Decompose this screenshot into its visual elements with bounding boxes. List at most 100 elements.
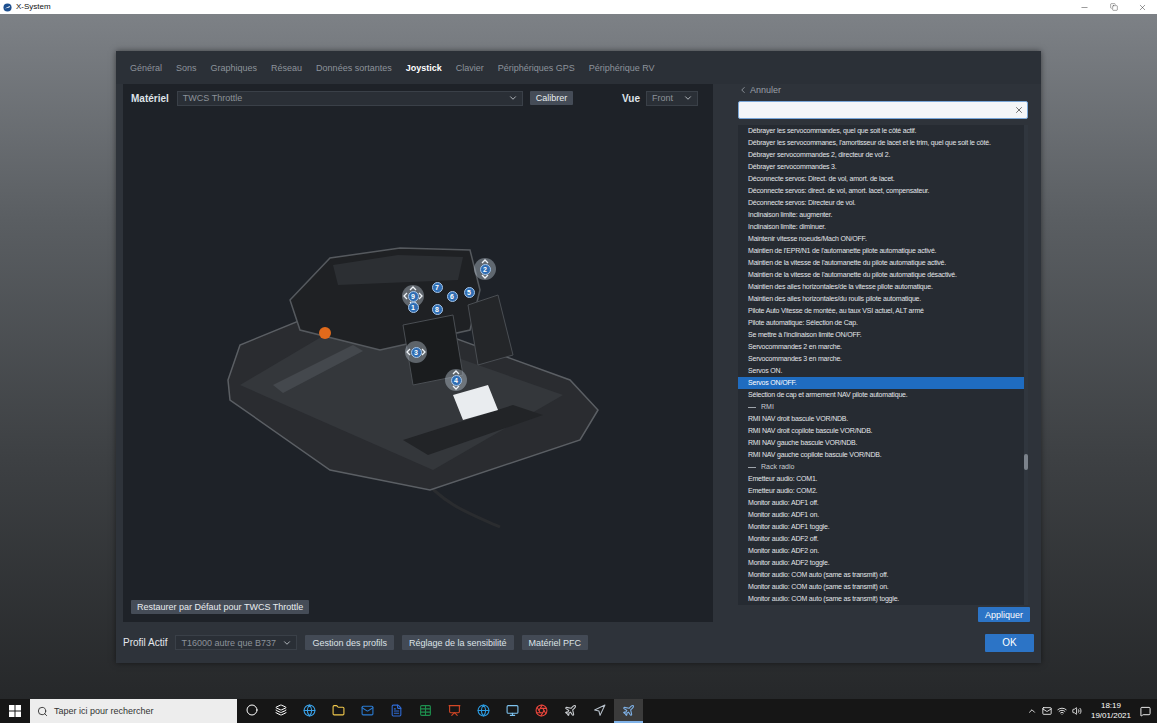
view-select[interactable]: Front: [646, 91, 698, 106]
cortana-button[interactable]: [237, 699, 266, 723]
command-row[interactable]: Maintien de la vitesse de l'automanette …: [738, 257, 1024, 269]
mail-icon[interactable]: [1042, 706, 1052, 716]
command-row[interactable]: Inclinaison limite: augmenter.: [738, 209, 1024, 221]
volume-icon[interactable]: [1072, 706, 1082, 716]
taskbar-app[interactable]: [614, 699, 643, 723]
command-row[interactable]: Débrayer les servocommandes, quel que so…: [738, 125, 1024, 137]
close-button[interactable]: [1128, 0, 1157, 14]
taskbar-app[interactable]: [324, 699, 353, 723]
dialog-footer: Profil ActifT16000 autre que B737Gestion…: [116, 622, 1041, 663]
control-badge[interactable]: 8: [426, 298, 448, 320]
tab[interactable]: Données sortantes: [316, 61, 392, 75]
command-row[interactable]: Inclinaison limite: diminuer.: [738, 221, 1024, 233]
command-row[interactable]: Emetteur audio: COM2.: [738, 485, 1024, 497]
tab[interactable]: Périphériques GPS: [498, 61, 575, 75]
control-badge[interactable]: 4: [445, 369, 467, 391]
calibrate-button[interactable]: Calibrer: [530, 91, 574, 105]
control-badge[interactable]: 3: [405, 341, 427, 363]
profile-select[interactable]: T16000 autre que B737: [175, 635, 297, 650]
tab[interactable]: Clavier: [456, 61, 484, 75]
control-badge[interactable]: 5: [458, 281, 480, 303]
command-row[interactable]: Emetteur audio: COM1.: [738, 473, 1024, 485]
tab[interactable]: Sons: [176, 61, 197, 75]
taskbar-app[interactable]: [353, 699, 382, 723]
control-badge[interactable]: 2: [474, 258, 496, 280]
command-row[interactable]: Servocommandes 3 en marche.: [738, 353, 1024, 365]
clear-icon[interactable]: [1014, 105, 1024, 115]
taskbar-app[interactable]: [469, 699, 498, 723]
section-header[interactable]: RMI: [738, 401, 1024, 413]
command-row[interactable]: Servos ON/OFF.: [738, 377, 1024, 389]
search-field[interactable]: [738, 101, 1028, 119]
tab[interactable]: Périphérique RV: [589, 61, 655, 75]
command-row[interactable]: Débrayer servocommandes 2, directeur de …: [738, 149, 1024, 161]
tab[interactable]: Général: [130, 61, 162, 75]
command-row[interactable]: Sélection de cap et armement NAV pilote …: [738, 389, 1024, 401]
command-row[interactable]: Monitor audio: ADF2 off.: [738, 533, 1024, 545]
restore-button[interactable]: [1099, 0, 1128, 14]
tab[interactable]: Réseau: [271, 61, 302, 75]
command-row[interactable]: RMI NAV droit bascule VOR/NDB.: [738, 413, 1024, 425]
taskbar-app[interactable]: [440, 699, 469, 723]
command-row[interactable]: RMI NAV gauche copilote bascule VOR/NDB.: [738, 449, 1024, 461]
command-row[interactable]: RMI NAV droit copilote bascule VOR/NDB.: [738, 425, 1024, 437]
command-row[interactable]: Maintien de l'EPR/N1 de l'automanette pi…: [738, 245, 1024, 257]
command-row[interactable]: Déconnecte servos: direct. de vol, amort…: [738, 185, 1024, 197]
control-badge[interactable]: 7: [426, 276, 448, 298]
command-row[interactable]: Monitor audio: COM auto (same as transmi…: [738, 569, 1024, 581]
apply-button[interactable]: Appliquer: [978, 607, 1030, 622]
taskbar-app[interactable]: [527, 699, 556, 723]
command-row[interactable]: RMI NAV gauche bascule VOR/NDB.: [738, 437, 1024, 449]
footer-button[interactable]: Gestion des profils: [305, 635, 394, 650]
tab[interactable]: Joystick: [406, 61, 442, 75]
command-row[interactable]: Débrayer les servocommanes, l'amortisseu…: [738, 137, 1024, 149]
throttle-picture: [213, 235, 613, 535]
taskbar-app[interactable]: [585, 699, 614, 723]
command-row[interactable]: Monitor audio: COM auto (same as transmi…: [738, 593, 1024, 605]
task-view-button[interactable]: [266, 699, 295, 723]
command-row[interactable]: Monitor audio: ADF2 toggle.: [738, 557, 1024, 569]
taskbar-app[interactable]: [382, 699, 411, 723]
section-header[interactable]: Rack radio: [738, 461, 1024, 473]
cancel-link[interactable]: Annuler: [735, 84, 1030, 96]
control-badge[interactable]: 1: [402, 296, 424, 318]
command-row[interactable]: Servos ON.: [738, 365, 1024, 377]
notifications-icon[interactable]: [1140, 706, 1151, 717]
start-button[interactable]: [0, 699, 30, 723]
command-row[interactable]: Se mettre à l'inclinaison limite ON/OFF.: [738, 329, 1024, 341]
command-row[interactable]: Maintien des ailes horizontales/du rouli…: [738, 293, 1024, 305]
search-input[interactable]: [744, 104, 1014, 116]
taskbar-app[interactable]: [411, 699, 440, 723]
command-row[interactable]: Monitor audio: ADF1 on.: [738, 509, 1024, 521]
scrollbar[interactable]: [1024, 125, 1028, 605]
command-row[interactable]: Déconnecte servos: Direct. de vol, amort…: [738, 173, 1024, 185]
taskbar-app[interactable]: [498, 699, 527, 723]
tab[interactable]: Graphiques: [211, 61, 258, 75]
scrollbar-thumb[interactable]: [1024, 454, 1028, 470]
command-row[interactable]: Monitor audio: ADF1 toggle.: [738, 521, 1024, 533]
command-row[interactable]: Pilote automatique: Sélection de Cap.: [738, 317, 1024, 329]
chevron-up-icon[interactable]: [1027, 706, 1037, 716]
network-icon[interactable]: [1057, 706, 1067, 716]
taskbar-search[interactable]: Taper ici pour rechercher: [30, 699, 237, 723]
command-row[interactable]: Maintenir vitesse noeuds/Mach ON/OFF.: [738, 233, 1024, 245]
command-row[interactable]: Monitor audio: COM auto (same as transmi…: [738, 581, 1024, 593]
taskbar-app[interactable]: [295, 699, 324, 723]
command-row[interactable]: Maintien des ailes horizontales/de la vi…: [738, 281, 1024, 293]
command-row[interactable]: Débrayer servocommandes 3.: [738, 161, 1024, 173]
control-badge[interactable]: 6: [441, 285, 463, 307]
command-row[interactable]: Pilote Auto Vitesse de montée, au taux V…: [738, 305, 1024, 317]
clock[interactable]: 18:1919/01/2021: [1087, 701, 1135, 721]
command-row[interactable]: Maintien de la vitesse de l'automanette …: [738, 269, 1024, 281]
ok-button[interactable]: OK: [985, 634, 1034, 652]
hardware-select[interactable]: TWCS Throttle: [177, 91, 523, 106]
restore-defaults-button[interactable]: Restaurer par Défaut pour TWCS Throttle: [131, 600, 309, 614]
command-row[interactable]: Servocommandes 2 en marche.: [738, 341, 1024, 353]
taskbar-app[interactable]: [556, 699, 585, 723]
minimize-button[interactable]: [1070, 0, 1099, 14]
footer-button[interactable]: Réglage de la sensibilité: [402, 635, 514, 650]
footer-button[interactable]: Matériel PFC: [522, 635, 589, 650]
command-row[interactable]: Monitor audio: ADF2 on.: [738, 545, 1024, 557]
command-row[interactable]: Déconnecte servos: Directeur de vol.: [738, 197, 1024, 209]
command-row[interactable]: Monitor audio: ADF1 off.: [738, 497, 1024, 509]
